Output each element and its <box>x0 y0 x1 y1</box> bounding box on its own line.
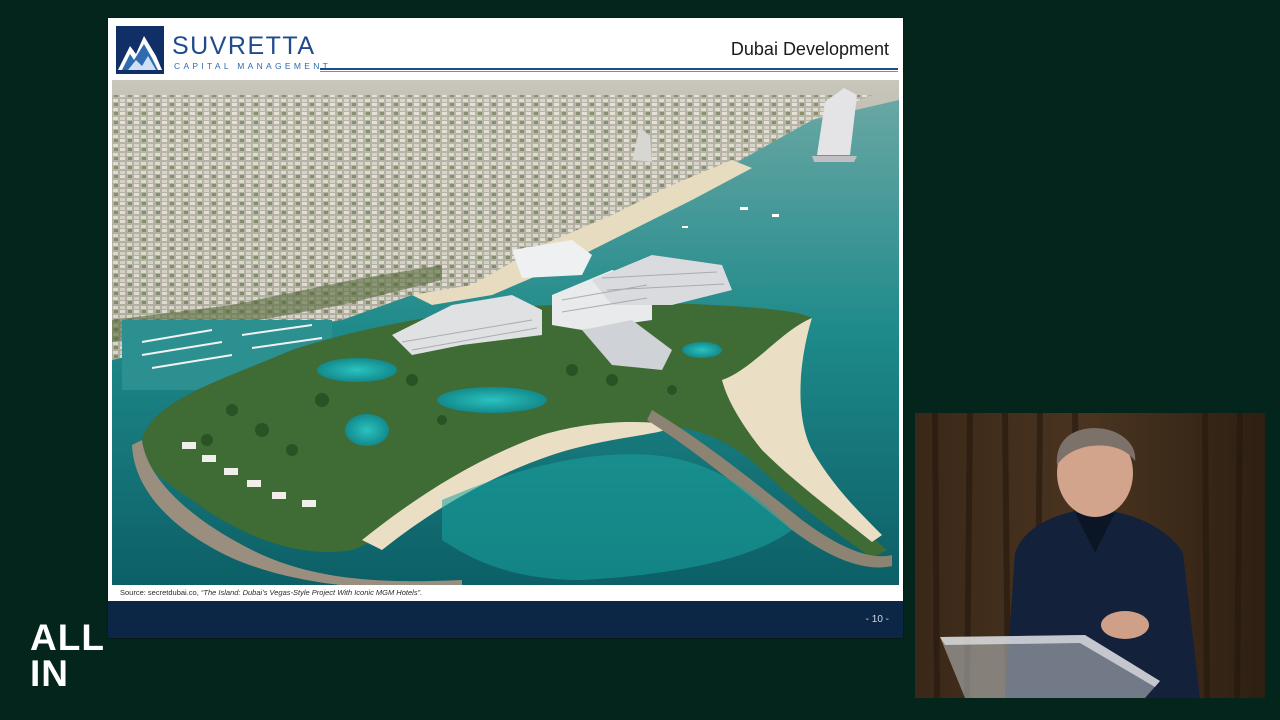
logo-subtitle: CAPITAL MANAGEMENT <box>174 61 332 71</box>
source-prefix: Source: secretdubai.co, <box>120 588 201 597</box>
presentation-slide: SUVRETTA CAPITAL MANAGEMENT Dubai Develo… <box>108 18 903 638</box>
header-divider <box>320 68 898 70</box>
source-citation: “The Island: Dubai’s Vegas-Style Project… <box>200 588 423 597</box>
page-number: - 10 - <box>865 614 889 625</box>
presenter-image <box>915 413 1265 698</box>
logo-name: SUVRETTA <box>172 32 316 60</box>
image-source-caption: Source: secretdubai.co, “The Island: Dub… <box>120 588 422 597</box>
brand-line-2: IN <box>30 653 69 694</box>
mountain-logo-icon <box>116 26 164 74</box>
slide-header: SUVRETTA CAPITAL MANAGEMENT Dubai Develo… <box>108 18 903 78</box>
aerial-resort-image <box>112 80 899 585</box>
speaker-video-feed <box>915 413 1265 698</box>
slide-title: Dubai Development <box>730 39 889 59</box>
header-divider-thin <box>320 71 898 72</box>
all-in-logo: ALL IN <box>30 617 105 694</box>
brand-line-1: ALL <box>30 617 105 658</box>
slide-footer: - 10 - <box>108 601 903 638</box>
